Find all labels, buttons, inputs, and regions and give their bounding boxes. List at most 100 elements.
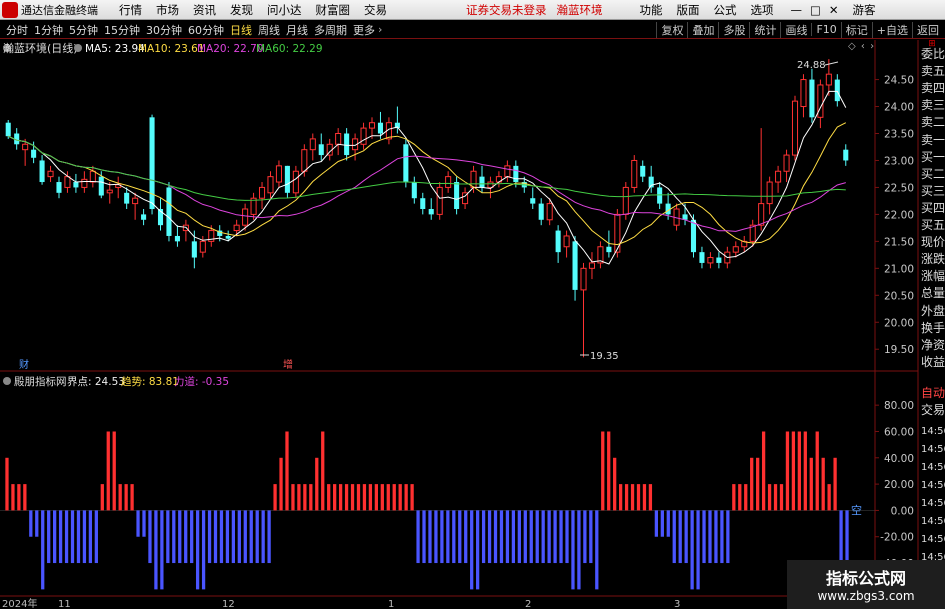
price-tick-label: 23.50 [884,129,914,141]
candle-body [640,165,646,177]
tool-adjust[interactable]: 复权 [656,21,687,38]
ma20-label: MA20: 22.70 [197,43,264,55]
price-tick-label: 21.50 [884,236,914,248]
price-tick-label: 24.50 [884,75,914,87]
quote-label-13[interactable]: 涨幅 [920,270,945,284]
price-tick-label: 22.00 [884,209,914,221]
chart-canvas: 24.50 24.00 23.50 23.00 22.50 22.00 21.50 21.00… [0,40,919,609]
candle-body [149,117,155,209]
period-monthly[interactable]: 月线 [283,22,311,38]
candle-body [208,230,215,242]
menu-formula[interactable]: 公式 [707,2,744,18]
candle-body [403,144,409,183]
quote-label-8[interactable]: 买三 [920,184,945,199]
watermark: 指标公式网 www.zbgs3.com [787,560,945,609]
candle-body [326,143,333,156]
quote-label-15[interactable]: 外盘 [920,304,945,319]
quote-label-18[interactable]: 收益 [920,355,945,370]
quote-label-11[interactable]: 现价 [920,236,945,250]
quote-label-9[interactable]: 买四 [920,201,945,216]
trade-label-0[interactable]: 自动 [920,386,945,401]
menu-wealth[interactable]: 财富圈 [309,2,358,18]
candle-body [309,138,316,151]
candle-body [454,182,460,209]
tool-stats[interactable]: 统计 [749,21,780,38]
candle-body [411,182,417,199]
period-30min[interactable]: 30分钟 [143,22,185,38]
period-weekly[interactable]: 周线 [255,22,283,38]
maximize-icon[interactable]: □ [806,3,825,17]
menu-market[interactable]: 市场 [149,2,186,18]
menu-trade[interactable]: 交易 [357,2,394,18]
candle-body [495,176,502,183]
candle-body [487,181,494,188]
quote-label-7[interactable]: 买二 [920,167,945,182]
candle-body [217,230,223,236]
diamond-icon[interactable]: ◇ [848,41,856,52]
menu-discover[interactable]: 发现 [223,2,260,18]
candle-body [428,209,434,215]
period-5min[interactable]: 5分钟 [66,22,101,38]
candle-body [344,133,350,156]
login-notice[interactable]: 证券交易未登录 [466,2,547,18]
title-bar: 通达信金融终端 行情 市场 资讯 发现 问小达 财富圈 交易 证券交易未登录 瀚… [0,0,945,20]
period-multi[interactable]: 多周期 [311,22,350,38]
candle-body [267,176,274,194]
quote-label-16[interactable]: 换手 [920,321,945,336]
quote-label-3[interactable]: 卖三 [920,99,945,113]
quote-label-2[interactable]: 卖四 [920,82,945,96]
candle-body [14,133,20,145]
quote-label-6[interactable]: 买一 [920,150,945,165]
period-intraday[interactable]: 分时 [3,22,31,38]
period-daily[interactable]: 日线 [227,22,255,38]
candle-body [775,170,782,183]
close-icon[interactable]: ✕ [825,3,843,17]
quote-label-5[interactable]: 卖一 [920,133,945,148]
candle-body [352,138,359,151]
chevron-right-icon[interactable]: › [378,23,382,36]
app-logo-icon [2,1,18,18]
watermark-title: 指标公式网 [825,569,906,588]
candle-body [420,198,426,209]
tick-time-0: 14:56 [921,426,945,437]
candle-body [555,230,561,253]
nav-left-icon[interactable]: ‹ [861,41,865,52]
minimize-icon[interactable]: — [787,3,807,17]
candle-body [182,224,189,232]
period-15min[interactable]: 15分钟 [101,22,143,38]
nav-right-icon[interactable]: › [870,41,874,52]
quote-label-1[interactable]: 卖五 [920,65,945,79]
ma60-label: MA60: 22.29 [256,43,323,55]
menu-assistant[interactable]: 问小达 [260,2,309,18]
candle-body [292,170,299,194]
trade-label-1[interactable]: 交易 [920,403,945,418]
tool-add-watchlist[interactable]: +自选 [871,21,912,38]
candle-body [56,182,62,193]
quote-label-12[interactable]: 涨跌 [920,253,945,267]
menu-quotes[interactable]: 行情 [112,2,149,18]
quote-label-4[interactable]: 卖二 [920,116,945,130]
quote-label-10[interactable]: 买五 [920,218,945,233]
tool-multi-stock[interactable]: 多股 [718,21,749,38]
tool-draw[interactable]: 画线 [780,21,811,38]
menu-layout[interactable]: 版面 [670,2,707,18]
period-1min[interactable]: 1分钟 [31,22,66,38]
candle-body [199,240,206,253]
user-label[interactable]: 游客 [853,2,876,18]
quote-label-0[interactable]: 委比 [920,47,945,62]
candle-body [825,73,832,86]
menu-news[interactable]: 资讯 [186,2,223,18]
indicator-field-trend: 趋势: 83.81 [121,375,179,388]
high-price-label: 24.88 [797,60,826,71]
quote-label-14[interactable]: 总量 [920,287,945,301]
period-60min[interactable]: 60分钟 [185,22,227,38]
quote-label-17[interactable]: 净资 [920,338,945,353]
indicator-field-force: 力道: -0.35 [174,375,229,388]
tool-mark[interactable]: 标记 [840,21,872,38]
tool-back[interactable]: 返回 [912,21,943,38]
period-more[interactable]: 更多 [350,22,378,38]
menu-options[interactable]: 选项 [744,2,781,18]
menu-function[interactable]: 功能 [633,2,670,18]
tool-overlay[interactable]: 叠加 [687,21,718,38]
tool-f10[interactable]: F10 [811,23,840,36]
